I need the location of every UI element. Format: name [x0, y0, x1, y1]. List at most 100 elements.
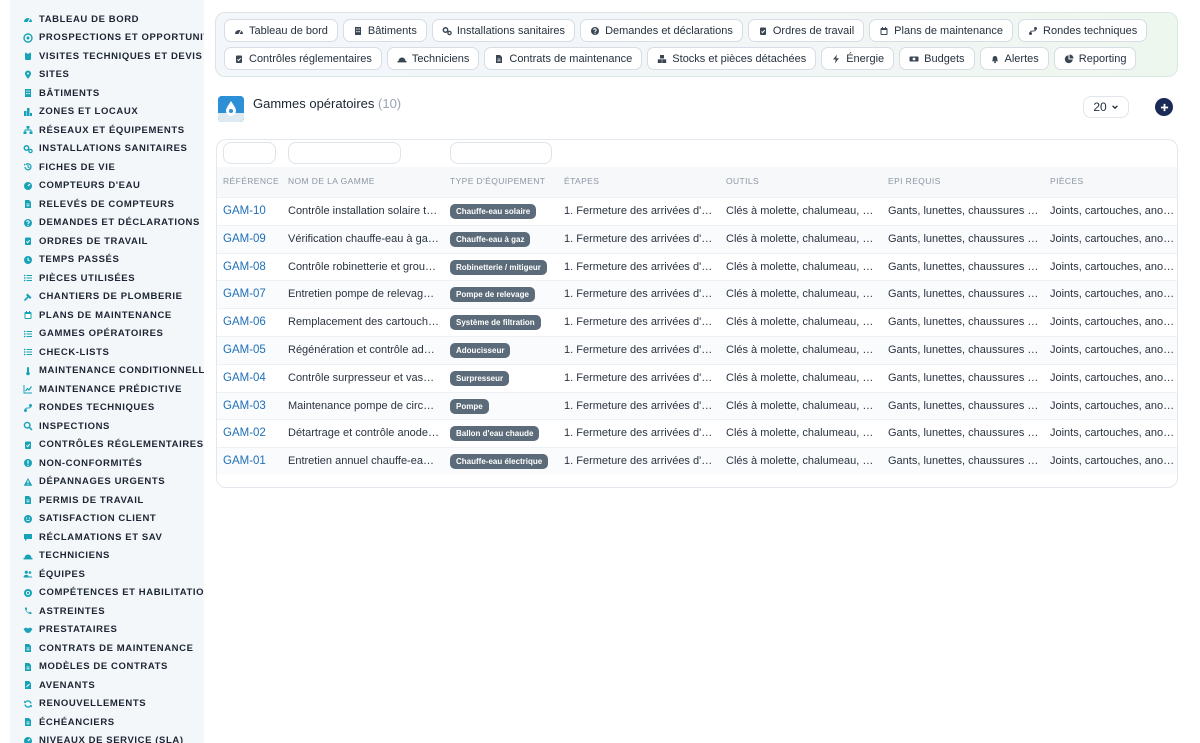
table-cell-steps: 1. Fermeture des arrivées d'e…: [564, 455, 716, 468]
nav-chip[interactable]: Demandes et déclarations: [580, 19, 743, 42]
sidebar-item[interactable]: Équipes: [10, 565, 204, 584]
sidebar-item[interactable]: Pièces utilisées: [10, 269, 204, 288]
sidebar-item[interactable]: Bâtiments: [10, 84, 204, 103]
nav-chip[interactable]: Techniciens: [386, 47, 480, 70]
sidebar-item[interactable]: Visites techniques et devis: [10, 47, 204, 66]
nav-chip[interactable]: Budgets: [899, 47, 975, 70]
nav-chip-label: Tableau de bord: [249, 24, 328, 37]
filter-name-input[interactable]: [288, 142, 401, 164]
filter-reference-input[interactable]: [223, 142, 276, 164]
filter-type-input[interactable]: [450, 142, 552, 164]
sidebar-item[interactable]: Compétences et habilitations: [10, 584, 204, 603]
column-header[interactable]: Nom de la gamme: [288, 167, 375, 195]
sidebar-item[interactable]: Satisfaction client: [10, 510, 204, 529]
table-row[interactable]: GAM-06 Remplacement des cartouche… Système…: [217, 308, 1177, 336]
sidebar-item[interactable]: Compteurs d'eau: [10, 177, 204, 196]
sidebar-item[interactable]: Relevés de compteurs: [10, 195, 204, 214]
sidebar-item[interactable]: Réclamations et SAV: [10, 528, 204, 547]
nav-chip[interactable]: Tableau de bord: [224, 19, 338, 42]
sidebar-item[interactable]: Contrôles réglementaires: [10, 436, 204, 455]
sidebar-item-label: Satisfaction client: [39, 513, 157, 525]
equipment-type-badge: Robinetterie / mitigeur: [450, 259, 547, 275]
sidebar-item[interactable]: Plans de maintenance: [10, 306, 204, 325]
table-row[interactable]: GAM-02 Détartrage et contrôle anode … Ball…: [217, 419, 1177, 447]
reference-link[interactable]: GAM-06: [223, 309, 283, 336]
add-button[interactable]: [1155, 98, 1173, 116]
sidebar-item[interactable]: Fiches de vie: [10, 158, 204, 177]
table-cell-steps: 1. Fermeture des arrivées d'e…: [564, 427, 716, 440]
reference-link[interactable]: GAM-04: [223, 365, 283, 392]
table-row[interactable]: GAM-03 Maintenance pompe de circul… Pompe 1…: [217, 391, 1177, 420]
sidebar-item-icon: [23, 199, 33, 209]
sidebar-item[interactable]: Chantiers de plomberie: [10, 288, 204, 307]
reference-link[interactable]: GAM-02: [223, 420, 283, 447]
sidebar-item[interactable]: Prospections et opportunités: [10, 29, 204, 48]
equipment-type-cell: Surpresseur: [450, 365, 560, 392]
sidebar-item[interactable]: Non-conformités: [10, 454, 204, 473]
nav-chip[interactable]: Contrats de maintenance: [484, 47, 643, 70]
sidebar-item[interactable]: Maintenance prédictive: [10, 380, 204, 399]
reference-link[interactable]: GAM-08: [223, 254, 283, 281]
sidebar-item[interactable]: Ordres de travail: [10, 232, 204, 251]
sidebar-item[interactable]: Échéanciers: [10, 713, 204, 732]
sidebar-item[interactable]: Inspections: [10, 417, 204, 436]
table-row[interactable]: GAM-07 Entretien pompe de relevage … Pompe…: [217, 280, 1177, 309]
smile-icon: [24, 514, 32, 523]
reference-link[interactable]: GAM-01: [223, 448, 283, 475]
table-row[interactable]: GAM-05 Régénération et contrôle ado… Adouc…: [217, 336, 1177, 364]
sidebar-item[interactable]: Niveaux de service (SLA): [10, 732, 204, 743]
sidebar-item[interactable]: Modèles de contrats: [10, 658, 204, 677]
reference-link[interactable]: GAM-05: [223, 337, 283, 364]
sidebar-item[interactable]: Temps passés: [10, 251, 204, 270]
sidebar-item[interactable]: Dépannages urgents: [10, 473, 204, 492]
gauge-icon: [24, 181, 32, 190]
table-row[interactable]: GAM-09 Vérification chauffe-eau à gaz… Cha…: [217, 224, 1177, 253]
sidebar-item[interactable]: Check-lists: [10, 343, 204, 362]
sidebar-item[interactable]: Permis de travail: [10, 491, 204, 510]
column-header[interactable]: EPI requis: [888, 167, 941, 195]
sidebar-item[interactable]: Installations sanitaires: [10, 140, 204, 159]
nav-chip[interactable]: Stocks et pièces détachées: [647, 47, 817, 70]
reference-link[interactable]: GAM-07: [223, 281, 283, 308]
sidebar-item-label: Prospections et opportunités: [39, 32, 204, 44]
sidebar-item-icon: [23, 514, 33, 524]
sidebar-item[interactable]: Gammes opératoires: [10, 325, 204, 344]
nav-chip[interactable]: Énergie: [821, 47, 895, 70]
nav-chip[interactable]: Plans de maintenance: [869, 19, 1014, 42]
sidebar-item[interactable]: Avenants: [10, 676, 204, 695]
sidebar-item[interactable]: Sites: [10, 66, 204, 85]
table-row[interactable]: GAM-10 Contrôle installation solaire th… C…: [217, 197, 1177, 225]
nav-chip[interactable]: Installations sanitaires: [431, 19, 576, 42]
sidebar-item[interactable]: Réseaux et équipements: [10, 121, 204, 140]
column-header[interactable]: Outils: [726, 167, 759, 195]
sidebar-item[interactable]: Prestataires: [10, 621, 204, 640]
reference-link[interactable]: GAM-09: [223, 226, 283, 253]
table-row[interactable]: GAM-01 Entretien annuel chauffe-eau … Chau…: [217, 447, 1177, 475]
page-size-select[interactable]: 20: [1083, 96, 1129, 118]
nav-chip[interactable]: Rondes techniques: [1018, 19, 1148, 42]
column-header[interactable]: Pièces: [1050, 167, 1084, 195]
sidebar-item[interactable]: Zones et locaux: [10, 103, 204, 122]
sidebar-item[interactable]: Tableau de bord: [10, 10, 204, 29]
reference-link[interactable]: GAM-10: [223, 198, 283, 225]
nav-chip[interactable]: Contrôles réglementaires: [224, 47, 382, 70]
reference-link[interactable]: GAM-03: [223, 393, 283, 420]
column-header[interactable]: Référence: [223, 167, 279, 195]
column-header[interactable]: Étapes: [564, 167, 599, 195]
sidebar-item[interactable]: Astreintes: [10, 602, 204, 621]
nav-chip[interactable]: Ordres de travail: [747, 19, 865, 42]
sidebar-item[interactable]: Renouvellements: [10, 695, 204, 714]
nav-chip[interactable]: Reporting: [1053, 47, 1137, 70]
table-row[interactable]: GAM-04 Contrôle surpresseur et vase … Surp…: [217, 363, 1177, 392]
sidebar-item[interactable]: Demandes et déclarations: [10, 214, 204, 233]
table-row[interactable]: GAM-08 Contrôle robinetterie et group… Rob…: [217, 252, 1177, 281]
sidebar-item[interactable]: Techniciens: [10, 547, 204, 566]
column-header[interactable]: Type d'équipement: [450, 167, 545, 195]
nav-chip-label: Rondes techniques: [1043, 24, 1138, 37]
sidebar-item[interactable]: Rondes techniques: [10, 399, 204, 418]
sidebar-item[interactable]: Contrats de maintenance: [10, 639, 204, 658]
nav-chip[interactable]: Alertes: [979, 47, 1049, 70]
sidebar-item[interactable]: Maintenance conditionnelle: [10, 362, 204, 381]
nav-chip[interactable]: Bâtiments: [342, 19, 427, 42]
plus-icon: [1160, 103, 1168, 111]
